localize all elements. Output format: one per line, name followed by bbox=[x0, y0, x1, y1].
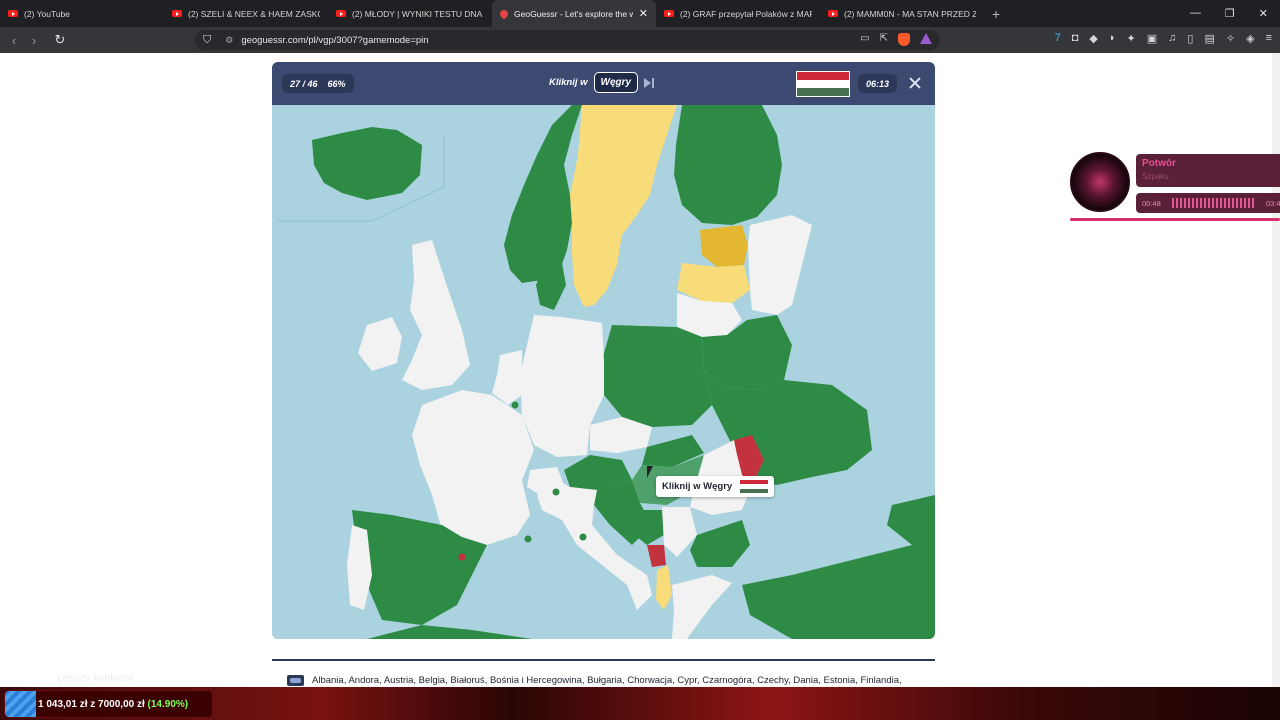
watermark: Lepszy konkuter bbox=[57, 672, 134, 684]
tab-title: (2) MŁODY | WYNIKI TESTU DNA - ST bbox=[352, 8, 484, 19]
time-elapsed: 00:48 bbox=[1142, 199, 1161, 208]
country-finland[interactable] bbox=[674, 105, 782, 225]
bookmark-icon[interactable]: ⛉ bbox=[203, 34, 211, 47]
song-title: Potwór bbox=[1142, 158, 1176, 169]
wallet-icon[interactable]: ▤ bbox=[1204, 32, 1214, 45]
country-san-marino[interactable] bbox=[579, 533, 587, 541]
browser-tab[interactable]: (2) YouTube bbox=[0, 0, 164, 27]
progress-counter: 27 / 46 66% bbox=[282, 74, 354, 93]
extension-icon[interactable]: ◗ bbox=[1109, 32, 1116, 45]
close-icon[interactable] bbox=[908, 76, 922, 90]
brave-shields-icon[interactable] bbox=[898, 33, 910, 46]
youtube-icon bbox=[8, 10, 18, 17]
tab-title: (2) SZELI & NEEX & HAEM ZASKOCZ bbox=[188, 8, 320, 19]
forward-icon[interactable]: › bbox=[24, 33, 44, 48]
music-widget: Potwór Szpaku 00:48 03:4 bbox=[1070, 152, 1280, 222]
country-liechtenstein[interactable] bbox=[552, 488, 560, 496]
minimize-icon[interactable]: — bbox=[1190, 7, 1201, 20]
close-window-icon[interactable]: ✕ bbox=[1259, 7, 1268, 20]
browser-tab[interactable]: (2) MŁODY | WYNIKI TESTU DNA - ST bbox=[328, 0, 492, 27]
extension-icon[interactable]: 7 bbox=[1055, 32, 1061, 45]
share-icon[interactable]: ⇱ bbox=[880, 33, 888, 46]
menu-icon[interactable]: ≡ bbox=[1266, 32, 1272, 45]
url-text[interactable]: geoguessr.com/pl/vgp/3007?gamemode=pin bbox=[241, 35, 428, 46]
tab-title: (2) MAMM0N - MA STAN PRZED ZA bbox=[844, 8, 976, 19]
time-total: 03:4 bbox=[1266, 199, 1280, 208]
omnibox-actions: ▭ ⇱ bbox=[860, 33, 932, 46]
donation-percent: (14.90%) bbox=[147, 698, 189, 710]
geoguessr-game: 27 / 46 66% Kliknij w Węgry 06:13 Klikni… bbox=[272, 62, 935, 639]
donation-text: 1 043,01 zł z 7000,00 zł (14.90%) bbox=[38, 699, 188, 710]
puzzle-icon[interactable]: ✦ bbox=[1127, 32, 1136, 45]
donation-progress-fill bbox=[5, 691, 36, 717]
country-luxembourg[interactable] bbox=[511, 401, 519, 409]
timer: 06:13 bbox=[858, 74, 898, 93]
sidebar-icon[interactable]: ▯ bbox=[1187, 32, 1193, 45]
extension-icon[interactable]: ▣ bbox=[1147, 32, 1157, 45]
europe-map[interactable] bbox=[272, 105, 935, 639]
map-pin-icon bbox=[498, 7, 510, 20]
europe-icon bbox=[287, 675, 304, 686]
window-controls: — ❐ ✕ bbox=[1190, 7, 1280, 20]
music-icon[interactable]: ♫ bbox=[1168, 32, 1176, 45]
album-cover bbox=[1070, 152, 1130, 212]
youtube-icon bbox=[336, 10, 346, 17]
click-prompt: Kliknij w Węgry bbox=[549, 72, 639, 93]
mouse-cursor bbox=[647, 466, 653, 478]
tab-title: GeoGuessr - Let's explore the w bbox=[514, 8, 633, 19]
cast-icon[interactable]: ▭ bbox=[860, 33, 869, 46]
scrollbar[interactable] bbox=[1272, 53, 1280, 687]
reload-icon[interactable]: ↻ bbox=[50, 32, 70, 48]
section-divider bbox=[272, 659, 935, 661]
accuracy-value: 66% bbox=[327, 78, 346, 89]
tooltip-text: Kliknij w Węgry bbox=[662, 481, 733, 492]
youtube-icon bbox=[828, 10, 838, 17]
ai-icon[interactable]: ✧ bbox=[1226, 32, 1235, 45]
target-country: Węgry bbox=[593, 72, 639, 93]
progress-value: 27 / 46 bbox=[290, 78, 318, 89]
song-artist: Szpaku bbox=[1142, 172, 1169, 181]
country-andorra[interactable] bbox=[458, 553, 466, 561]
new-tab-button[interactable]: + bbox=[984, 6, 1008, 22]
music-progress-bar bbox=[1070, 218, 1280, 221]
address-bar[interactable]: ⛉ ⚙ geoguessr.com/pl/vgp/3007?gamemode=p… bbox=[195, 30, 940, 50]
waveform bbox=[1172, 198, 1254, 208]
browser-tab-strip: (2) YouTube (2) SZELI & NEEX & HAEM ZASK… bbox=[0, 0, 1280, 27]
extensions-toolbar: 7 ◘ ◆ ◗ ✦ ▣ ♫ ▯ ▤ ✧ ◈ ≡ bbox=[1055, 32, 1272, 45]
hungary-flag bbox=[740, 480, 769, 493]
browser-tab-active[interactable]: GeoGuessr - Let's explore the w ✕ bbox=[492, 0, 656, 27]
vpn-icon[interactable]: ◈ bbox=[1246, 32, 1254, 45]
youtube-icon bbox=[172, 10, 182, 17]
tab-title: (2) YouTube bbox=[24, 8, 70, 19]
hover-tooltip: Kliknij w Węgry bbox=[656, 476, 775, 497]
extension-icon[interactable]: ◆ bbox=[1089, 32, 1097, 45]
restore-icon[interactable]: ❐ bbox=[1225, 7, 1235, 20]
extension-icon[interactable]: ◘ bbox=[1072, 32, 1079, 45]
close-tab-icon[interactable]: ✕ bbox=[639, 7, 648, 20]
game-header: 27 / 46 66% Kliknij w Węgry 06:13 bbox=[272, 62, 935, 105]
country-poland[interactable] bbox=[602, 325, 712, 427]
browser-tab[interactable]: (2) GRAF przepytał Polaków z MAPY bbox=[656, 0, 820, 27]
browser-tab[interactable]: (2) SZELI & NEEX & HAEM ZASKOCZ bbox=[164, 0, 328, 27]
youtube-icon bbox=[664, 10, 674, 17]
country-monaco[interactable] bbox=[524, 535, 532, 543]
brave-rewards-icon[interactable] bbox=[920, 33, 932, 44]
skip-icon[interactable] bbox=[644, 78, 655, 88]
browser-tab[interactable]: (2) MAMM0N - MA STAN PRZED ZA bbox=[820, 0, 984, 27]
country-list-text: Albania, Andora, Austria, Belgia, Białor… bbox=[312, 675, 902, 686]
address-bar-row: ‹ › ↻ ⛉ ⚙ geoguessr.com/pl/vgp/3007?game… bbox=[0, 27, 1280, 53]
back-icon[interactable]: ‹ bbox=[4, 33, 24, 48]
country-list: Albania, Andora, Austria, Belgia, Białor… bbox=[287, 675, 902, 686]
donation-amount: 1 043,01 zł z 7000,00 zł bbox=[38, 698, 145, 710]
donation-goal: 1 043,01 zł z 7000,00 zł (14.90%) bbox=[4, 690, 213, 718]
hungary-flag bbox=[796, 71, 850, 97]
site-info-icon[interactable]: ⚙ bbox=[225, 35, 233, 46]
tab-title: (2) GRAF przepytał Polaków z MAPY bbox=[680, 8, 812, 19]
prompt-label: Kliknij w bbox=[549, 77, 588, 88]
